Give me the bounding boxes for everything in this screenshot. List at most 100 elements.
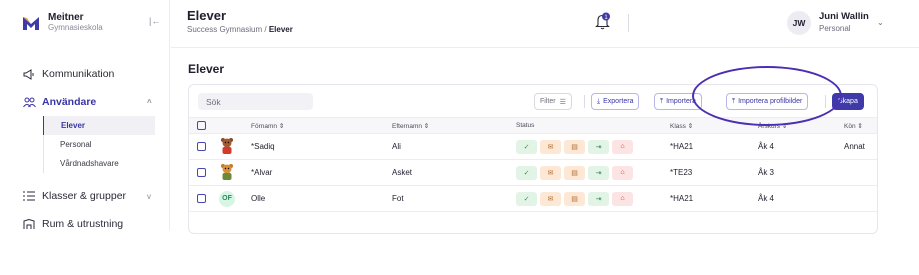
column-header-grade[interactable]: Årskurs ⇕: [754, 117, 840, 134]
nav-classes[interactable]: Klasser & grupper v: [22, 189, 151, 203]
column-header-gender[interactable]: Kön ⇕: [840, 117, 877, 134]
cell-grade: Åk 3: [754, 159, 840, 186]
avatar: OF: [215, 185, 247, 212]
breadcrumb-separator: /: [264, 25, 267, 34]
nav-rooms-label: Rum & utrustning: [42, 218, 124, 230]
notification-bell-icon[interactable]: 1: [595, 12, 611, 30]
check-icon[interactable]: ✓: [516, 191, 537, 206]
toolbar-divider: [584, 95, 585, 108]
brand-name: Meitner: [48, 12, 84, 23]
filter-icon: ☰: [559, 98, 566, 106]
chevron-up-icon[interactable]: ^: [147, 98, 152, 107]
section-title: Elever: [188, 62, 225, 76]
lock-icon[interactable]: ⌂: [612, 191, 633, 206]
table-row[interactable]: *Sadiq Ali ✓ ✉ ▤ ⇥ ⌂ *HA21 Åk 4 Annat: [189, 133, 877, 160]
doc-icon[interactable]: ▤: [564, 139, 585, 154]
cell-grade: Åk 4: [754, 185, 840, 212]
import-profile-pictures-button[interactable]: ⤒ Importera profilbilder: [726, 93, 809, 110]
user-avatar[interactable]: JW: [787, 11, 811, 35]
doc-icon[interactable]: ▤: [564, 191, 585, 206]
filter-label: Filter: [540, 98, 556, 105]
breadcrumb-root[interactable]: Success Gymnasium: [187, 25, 262, 34]
row-checkbox[interactable]: [189, 185, 215, 212]
cell-firstname: *Sadiq: [247, 133, 388, 160]
nav-communication-label: Kommunikation: [42, 68, 115, 80]
column-header-lastname[interactable]: Efternamn ⇕: [388, 117, 512, 134]
column-header-firstname[interactable]: Förnamn ⇕: [247, 117, 388, 134]
row-checkbox[interactable]: [189, 159, 215, 186]
create-button[interactable]: Skapa: [832, 93, 864, 110]
megaphone-icon: [22, 67, 36, 81]
download-icon: ⤓: [597, 97, 601, 105]
bear-avatar-icon: [221, 137, 233, 154]
nav-rooms[interactable]: Rum & utrustning: [22, 217, 123, 231]
doc-icon[interactable]: ▤: [564, 165, 585, 180]
chevron-down-icon[interactable]: v: [147, 192, 151, 201]
bear-avatar-icon: [221, 163, 233, 180]
cell-status: ✓ ✉ ▤ ⇥ ⌂: [512, 133, 666, 160]
sidebar-item-vardnadshavare[interactable]: Vårdnadshavare: [43, 154, 155, 173]
cell-status: ✓ ✉ ▤ ⇥ ⌂: [512, 185, 666, 212]
cell-gender: [840, 185, 877, 212]
user-menu-chevron-icon[interactable]: ⌄: [877, 18, 884, 27]
cell-lastname: Fot: [388, 185, 512, 212]
filter-button[interactable]: Filter ☰: [534, 93, 572, 110]
users-icon: [22, 95, 36, 109]
table-row[interactable]: OF Olle Fot ✓ ✉ ▤ ⇥ ⌂ *HA21 Åk 4: [189, 185, 877, 212]
user-role: Personal: [819, 24, 851, 33]
logout-icon[interactable]: ⇥: [588, 139, 609, 154]
breadcrumb-current: Elever: [268, 25, 293, 34]
brand-subtitle: Gymnasieskola: [48, 23, 103, 32]
cell-firstname: Olle: [247, 185, 388, 212]
logout-icon[interactable]: ⇥: [588, 165, 609, 180]
page-title: Elever: [187, 8, 227, 23]
nav-communication[interactable]: Kommunikation: [22, 67, 114, 81]
students-table: Förnamn ⇕ Efternamn ⇕ Status Klass ⇕ Års…: [189, 117, 877, 212]
upload-icon: ⤒: [732, 97, 736, 105]
column-header-class[interactable]: Klass ⇕: [666, 117, 754, 134]
cell-gender: [840, 159, 877, 186]
cell-lastname: Asket: [388, 159, 512, 186]
header-divider: [628, 14, 629, 32]
sidebar: Meitner Gymnasieskola |← Kommunikation A…: [0, 0, 170, 230]
lock-icon[interactable]: ⌂: [612, 165, 633, 180]
users-submenu: Elever Personal Vårdnadshavare: [43, 116, 155, 173]
mail-icon[interactable]: ✉: [540, 165, 561, 180]
collapse-sidebar-icon[interactable]: |←: [149, 16, 160, 26]
list-icon: [22, 189, 36, 203]
sidebar-item-elever[interactable]: Elever: [43, 116, 155, 135]
export-button[interactable]: ⤓ Exportera: [591, 93, 640, 110]
user-name[interactable]: Juni Wallin: [819, 11, 869, 22]
cell-gender: Annat: [840, 133, 877, 160]
meitner-logo-icon: [23, 16, 39, 30]
cell-status: ✓ ✉ ▤ ⇥ ⌂: [512, 159, 666, 186]
sidebar-item-personal[interactable]: Personal: [43, 135, 155, 154]
create-label: Skapa: [838, 98, 858, 105]
brand[interactable]: Meitner Gymnasieskola: [22, 12, 103, 33]
lock-icon[interactable]: ⌂: [612, 139, 633, 154]
select-all-checkbox[interactable]: [189, 117, 215, 134]
breadcrumb: Success Gymnasium / Elever: [187, 25, 293, 34]
mail-icon[interactable]: ✉: [540, 191, 561, 206]
students-table-card: Filter ☰ ⤓ Exportera ⤒ Importera ⤒ Impor…: [188, 84, 878, 234]
cell-class: *HA21: [666, 133, 754, 160]
check-icon[interactable]: ✓: [516, 139, 537, 154]
top-header: Elever Success Gymnasium / Elever 1 JW J…: [171, 0, 919, 48]
avatar: [215, 133, 247, 160]
logout-icon[interactable]: ⇥: [588, 191, 609, 206]
search-input[interactable]: [198, 93, 313, 110]
upload-icon: ⤒: [660, 97, 664, 105]
nav-classes-label: Klasser & grupper: [42, 190, 127, 202]
nav-users[interactable]: Användare ^: [22, 95, 152, 109]
import-button[interactable]: ⤒ Importera: [654, 93, 703, 110]
avatar: [215, 159, 247, 186]
toolbar-divider: [825, 95, 826, 108]
building-icon: [22, 217, 36, 231]
nav-users-label: Användare: [42, 96, 97, 108]
check-icon[interactable]: ✓: [516, 165, 537, 180]
row-checkbox[interactable]: [189, 133, 215, 160]
cell-firstname: *Alvar: [247, 159, 388, 186]
table-row[interactable]: *Alvar Asket ✓ ✉ ▤ ⇥ ⌂ *TE23 Åk 3: [189, 159, 877, 186]
export-label: Exportera: [603, 98, 634, 105]
mail-icon[interactable]: ✉: [540, 139, 561, 154]
